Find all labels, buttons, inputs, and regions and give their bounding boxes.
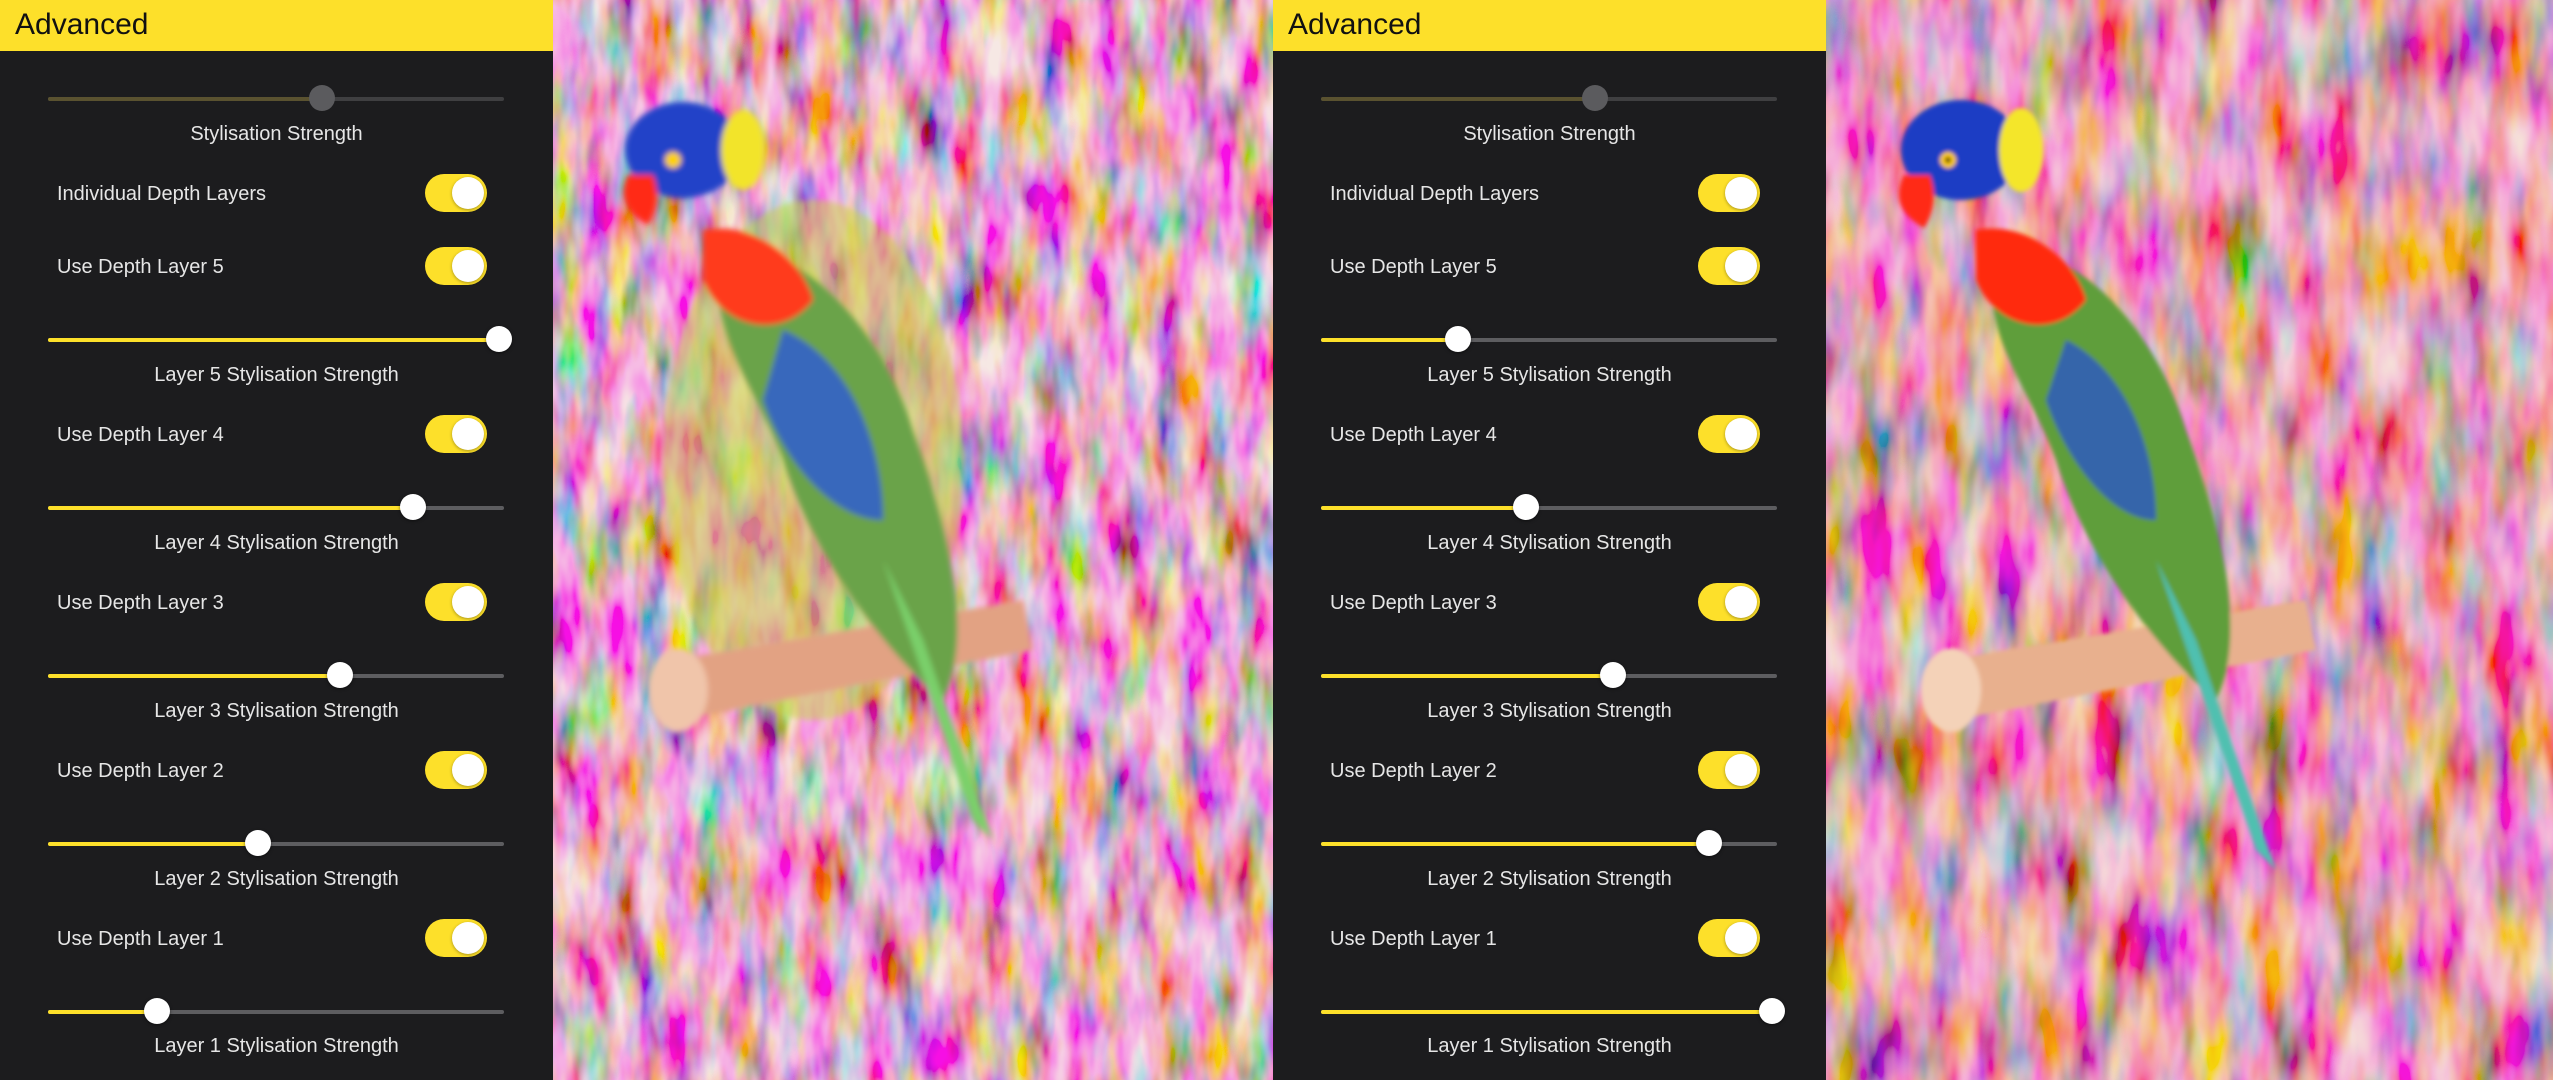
stylised-parrot-image	[1826, 0, 2553, 1080]
layer-1-strength-label: Layer 1 Stylisation Strength	[1427, 1035, 1672, 1057]
use-depth-layer-2-toggle[interactable]	[1698, 751, 1760, 789]
slider-fill	[48, 674, 340, 678]
layer-2-strength-slider[interactable]	[1321, 830, 1777, 856]
use-depth-layer-3-label: Use Depth Layer 3	[57, 592, 224, 614]
stylised-parrot-image	[553, 0, 1273, 1080]
slider-fill	[1321, 506, 1527, 510]
layer-3-strength-slider[interactable]	[1321, 662, 1777, 688]
panel-header: Advanced	[1273, 0, 1826, 51]
settings-panel-left: Advanced Stylisation Strength Individual…	[0, 0, 553, 1080]
layer-1-strength-slider[interactable]	[1321, 998, 1786, 1024]
use-depth-layer-2-label: Use Depth Layer 2	[57, 760, 224, 782]
toggle-knob	[1725, 586, 1757, 618]
layer-3-strength-label: Layer 3 Stylisation Strength	[1427, 700, 1672, 722]
slider-thumb[interactable]	[1599, 662, 1626, 688]
stylised-parrot-image-left	[553, 0, 1273, 1080]
individual-depth-layers-toggle[interactable]	[1698, 174, 1760, 212]
use-depth-layer-4-label: Use Depth Layer 4	[1330, 424, 1497, 446]
layer-3-strength-label: Layer 3 Stylisation Strength	[154, 700, 399, 722]
use-depth-layer-2-toggle[interactable]	[425, 751, 487, 789]
layer-2-strength-label: Layer 2 Stylisation Strength	[1427, 868, 1672, 890]
layer-4-strength-slider[interactable]	[48, 494, 504, 520]
slider-fill	[48, 338, 500, 342]
toggle-knob	[1725, 922, 1757, 954]
layer-5-strength-label: Layer 5 Stylisation Strength	[154, 364, 399, 386]
toggle-knob	[452, 177, 484, 209]
slider-thumb[interactable]	[326, 662, 353, 688]
use-depth-layer-3-label: Use Depth Layer 3	[1330, 592, 1497, 614]
use-depth-layer-5-label: Use Depth Layer 5	[1330, 256, 1497, 278]
slider-fill	[48, 1010, 158, 1014]
layer-2-strength-label: Layer 2 Stylisation Strength	[154, 868, 399, 890]
use-depth-layer-4-toggle[interactable]	[425, 415, 487, 453]
layer-5-strength-label: Layer 5 Stylisation Strength	[1427, 364, 1672, 386]
layer-1-strength-label: Layer 1 Stylisation Strength	[154, 1035, 399, 1057]
layer-3-strength-slider[interactable]	[48, 662, 504, 688]
slider-fill	[48, 842, 258, 846]
use-depth-layer-2-label: Use Depth Layer 2	[1330, 760, 1497, 782]
slider-fill	[48, 97, 322, 101]
layer-1-strength-slider[interactable]	[48, 998, 504, 1024]
use-depth-layer-5-toggle[interactable]	[425, 247, 487, 285]
layer-4-strength-label: Layer 4 Stylisation Strength	[154, 532, 399, 554]
slider-fill	[48, 506, 413, 510]
use-depth-layer-4-toggle[interactable]	[1698, 415, 1760, 453]
toggle-knob	[452, 586, 484, 618]
toggle-knob	[1725, 250, 1757, 282]
stylisation-strength-label: Stylisation Strength	[190, 123, 363, 145]
toggle-knob	[452, 754, 484, 786]
use-depth-layer-1-label: Use Depth Layer 1	[1330, 928, 1497, 950]
use-depth-layer-5-toggle[interactable]	[1698, 247, 1760, 285]
slider-thumb[interactable]	[486, 326, 513, 352]
use-depth-layer-1-label: Use Depth Layer 1	[57, 928, 224, 950]
stylisation-strength-label: Stylisation Strength	[1463, 123, 1636, 145]
slider-thumb[interactable]	[1513, 494, 1540, 520]
toggle-knob	[1725, 754, 1757, 786]
layer-5-strength-slider[interactable]	[1321, 326, 1777, 352]
panel-title: Advanced	[1288, 8, 1422, 41]
slider-thumb[interactable]	[1444, 326, 1471, 352]
toggle-knob	[1725, 177, 1757, 209]
toggle-knob	[452, 922, 484, 954]
slider-fill	[1321, 97, 1595, 101]
use-depth-layer-5-label: Use Depth Layer 5	[57, 256, 224, 278]
slider-thumb[interactable]	[1581, 85, 1608, 111]
slider-thumb[interactable]	[308, 85, 335, 111]
layer-4-strength-slider[interactable]	[1321, 494, 1777, 520]
toggle-knob	[452, 418, 484, 450]
individual-depth-layers-toggle[interactable]	[425, 174, 487, 212]
individual-depth-layers-label: Individual Depth Layers	[57, 183, 267, 205]
slider-thumb[interactable]	[399, 494, 426, 520]
settings-panel-right: Advanced Stylisation Strength Individual…	[1273, 0, 1826, 1080]
slider-fill	[1321, 1010, 1773, 1014]
slider-thumb[interactable]	[144, 998, 171, 1024]
use-depth-layer-3-toggle[interactable]	[425, 583, 487, 621]
use-depth-layer-3-toggle[interactable]	[1698, 583, 1760, 621]
stylised-parrot-image-right	[1826, 0, 2553, 1080]
slider-fill	[1321, 842, 1709, 846]
toggle-knob	[1725, 418, 1757, 450]
slider-thumb[interactable]	[244, 830, 271, 856]
panel-title: Advanced	[15, 8, 149, 41]
stylisation-strength-slider[interactable]	[1321, 85, 1777, 111]
slider-thumb[interactable]	[1695, 830, 1722, 856]
slider-thumb[interactable]	[1759, 998, 1786, 1024]
use-depth-layer-4-label: Use Depth Layer 4	[57, 424, 224, 446]
use-depth-layer-1-toggle[interactable]	[1698, 919, 1760, 957]
slider-fill	[1321, 674, 1613, 678]
toggle-knob	[452, 250, 484, 282]
use-depth-layer-1-toggle[interactable]	[425, 919, 487, 957]
stylisation-strength-slider[interactable]	[48, 85, 504, 111]
layer-2-strength-slider[interactable]	[48, 830, 504, 856]
layer-4-strength-label: Layer 4 Stylisation Strength	[1427, 532, 1672, 554]
panel-header: Advanced	[0, 0, 553, 51]
layer-5-strength-slider[interactable]	[48, 326, 513, 352]
individual-depth-layers-label: Individual Depth Layers	[1330, 183, 1540, 205]
slider-fill	[1321, 338, 1458, 342]
